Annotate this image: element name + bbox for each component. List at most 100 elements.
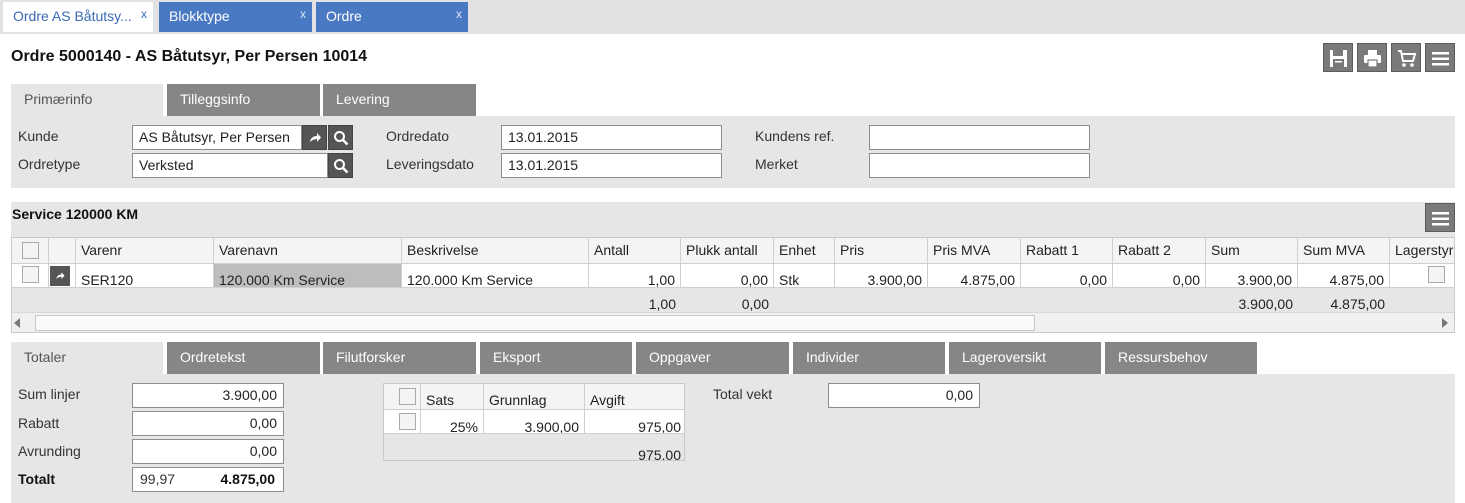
totalt-value: 4.875,00	[220, 471, 276, 487]
ordretype-input[interactable]: Verksted	[132, 153, 328, 178]
cell-antall[interactable]: 1,00	[589, 264, 681, 287]
total-plukk-antall: 0,00	[741, 296, 769, 312]
col-header-avgift[interactable]: Avgift	[585, 384, 684, 409]
grid-header-spacer	[49, 238, 76, 263]
total-vekt-label: Total vekt	[713, 386, 773, 402]
horizontal-scrollbar[interactable]	[12, 312, 1454, 332]
col-header-varenavn[interactable]: Varenavn	[214, 238, 402, 263]
leveringsdato-input[interactable]: 13.01.2015	[501, 153, 722, 178]
cell-pris[interactable]: 3.900,00	[835, 264, 928, 287]
vat-row-checkbox[interactable]	[399, 413, 416, 430]
page-title: Ordre 5000140 - AS Båtutsyr, Per Persen …	[11, 48, 368, 65]
col-header-varenr[interactable]: Varenr	[76, 238, 214, 263]
avrunding-field[interactable]: 0,00	[132, 439, 284, 464]
col-header-pris[interactable]: Pris	[835, 238, 928, 263]
col-header-rabatt1[interactable]: Rabatt 1	[1021, 238, 1113, 263]
col-header-lagerstyr[interactable]: Lagerstyr	[1390, 238, 1454, 263]
arrow-right-icon	[56, 272, 65, 279]
window-tab-order-customer[interactable]: Ordre AS Båtutsy... x	[3, 2, 153, 32]
vat-row-select-cell	[384, 410, 421, 433]
cell-varenr[interactable]: SER120	[76, 264, 214, 287]
tab-filutforsker[interactable]: Filutforsker	[323, 342, 476, 374]
total-sum: 3.900,00	[1238, 296, 1294, 312]
vat-select-all-cell	[384, 384, 421, 409]
col-header-rabatt2[interactable]: Rabatt 2	[1113, 238, 1206, 263]
tab-tilleggsinfo[interactable]: Tilleggsinfo	[167, 84, 320, 116]
scroll-right-icon[interactable]	[1442, 318, 1448, 328]
cell-rabatt1[interactable]: 0,00	[1021, 264, 1113, 287]
ordredato-input[interactable]: 13.01.2015	[501, 125, 722, 150]
table-row[interactable]: 25% 3.900,00 975,00	[384, 410, 684, 434]
totalt-left-value: 99,97	[140, 471, 176, 487]
col-header-pris-mva[interactable]: Pris MVA	[928, 238, 1021, 263]
save-button[interactable]	[1323, 43, 1353, 72]
search-customer-button[interactable]	[328, 125, 353, 150]
block-menu-button[interactable]	[1425, 203, 1455, 232]
tab-levering[interactable]: Levering	[323, 84, 476, 116]
merket-input[interactable]	[869, 153, 1090, 178]
total-sum-mva: 4.875,00	[1330, 296, 1386, 312]
avrunding-label: Avrunding	[18, 443, 81, 459]
open-customer-button[interactable]	[302, 125, 327, 150]
tab-totaler[interactable]: Totaler	[11, 342, 163, 374]
cell-sum[interactable]: 3.900,00	[1206, 264, 1298, 287]
tab-oppgaver[interactable]: Oppgaver	[636, 342, 789, 374]
cell-beskrivelse[interactable]: 120.000 Km Service	[402, 264, 589, 287]
cell-rabatt2[interactable]: 0,00	[1113, 264, 1206, 287]
scrollbar-thumb[interactable]	[35, 315, 1035, 331]
col-header-plukk-antall[interactable]: Plukk antall	[681, 238, 774, 263]
cell-sum-mva[interactable]: 4.875,00	[1298, 264, 1390, 287]
tab-individer[interactable]: Individer	[793, 342, 945, 374]
total-vekt-field[interactable]: 0,00	[828, 383, 980, 408]
rabatt-label: Rabatt	[18, 415, 60, 431]
kunde-input[interactable]: AS Båtutsyr, Per Persen	[132, 125, 302, 150]
vat-totals-row: 975,00	[384, 434, 684, 460]
close-icon[interactable]: x	[456, 7, 462, 21]
tab-eksport[interactable]: Eksport	[480, 342, 632, 374]
vat-select-all-checkbox[interactable]	[399, 388, 416, 405]
print-button[interactable]	[1357, 43, 1387, 72]
cell-lagerstyr	[1390, 264, 1454, 287]
sum-linjer-field[interactable]: 3.900,00	[132, 383, 284, 408]
cell-enhet[interactable]: Stk	[774, 264, 835, 287]
tab-lageroversikt[interactable]: Lageroversikt	[949, 342, 1101, 374]
tab-primaerinfo[interactable]: Primærinfo	[11, 84, 163, 116]
window-tab-ordre[interactable]: Ordre x	[316, 2, 468, 32]
col-header-sum[interactable]: Sum	[1206, 238, 1298, 263]
row-checkbox[interactable]	[22, 266, 39, 283]
close-icon[interactable]: x	[300, 7, 306, 21]
cell-varenavn[interactable]: 120.000 Km Service	[214, 264, 402, 287]
tab-ressursbehov[interactable]: Ressursbehov	[1105, 342, 1257, 374]
tab-ordretekst[interactable]: Ordretekst	[167, 342, 320, 374]
cell-avgift[interactable]: 975,00	[585, 410, 684, 433]
cell-grunnlag[interactable]: 3.900,00	[484, 410, 585, 433]
kundens-ref-input[interactable]	[869, 125, 1090, 150]
totalt-label: Totalt	[18, 471, 56, 487]
open-line-button[interactable]	[50, 266, 70, 286]
select-all-checkbox[interactable]	[22, 242, 39, 259]
total-antall: 1,00	[648, 296, 676, 312]
vat-grid: Sats Grunnlag Avgift 25% 3.900,00 975,00…	[383, 383, 685, 461]
cart-button[interactable]	[1391, 43, 1421, 72]
kunde-label: Kunde	[18, 128, 59, 144]
cell-pris-mva[interactable]: 4.875,00	[928, 264, 1021, 287]
cell-plukk-antall[interactable]: 0,00	[681, 264, 774, 287]
scroll-left-icon[interactable]	[14, 318, 20, 328]
col-header-antall[interactable]: Antall	[589, 238, 681, 263]
rabatt-field[interactable]: 0,00	[132, 411, 284, 436]
col-header-grunnlag[interactable]: Grunnlag	[484, 384, 585, 409]
table-row[interactable]: SER120 120.000 Km Service 120.000 Km Ser…	[12, 264, 1454, 287]
cell-sats[interactable]: 25%	[421, 410, 484, 433]
col-header-beskrivelse[interactable]: Beskrivelse	[402, 238, 589, 263]
menu-button[interactable]	[1425, 43, 1455, 72]
window-tab-label: Ordre AS Båtutsy...	[13, 8, 132, 24]
col-header-sum-mva[interactable]: Sum MVA	[1298, 238, 1390, 263]
vat-header-row: Sats Grunnlag Avgift	[384, 384, 684, 410]
menu-icon	[1432, 212, 1449, 226]
close-icon[interactable]: x	[141, 7, 147, 21]
lagerstyr-checkbox[interactable]	[1428, 266, 1445, 283]
col-header-sats[interactable]: Sats	[421, 384, 484, 409]
col-header-enhet[interactable]: Enhet	[774, 238, 835, 263]
search-ordretype-button[interactable]	[328, 153, 353, 178]
window-tab-blokktype[interactable]: Blokktype x	[159, 2, 312, 32]
